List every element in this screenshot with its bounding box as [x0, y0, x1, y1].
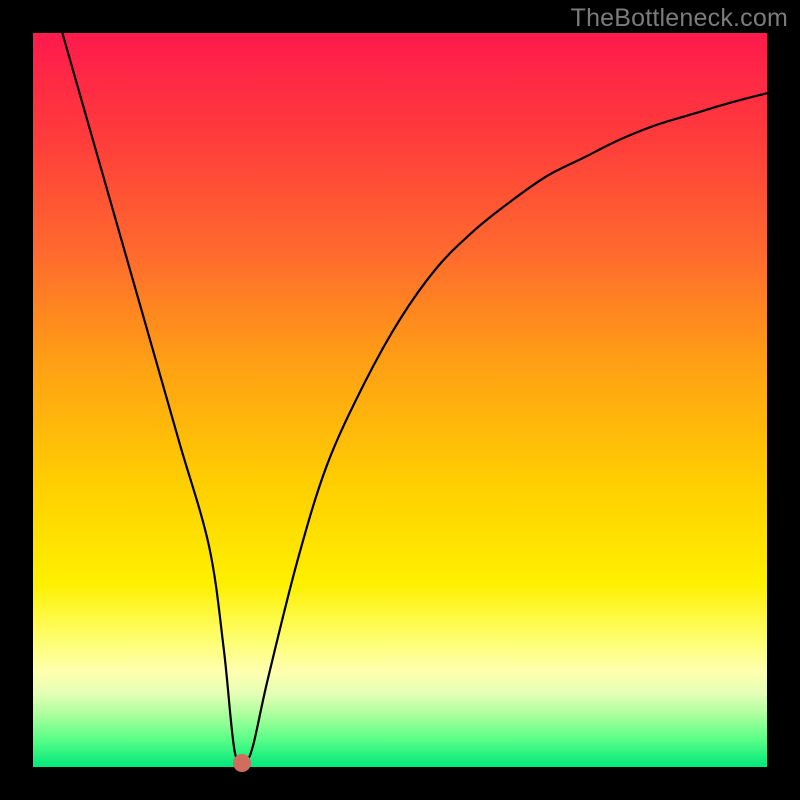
- minimum-marker: [233, 754, 251, 772]
- plot-area: [33, 33, 767, 767]
- bottleneck-curve: [33, 33, 767, 767]
- watermark-label: TheBottleneck.com: [571, 4, 788, 33]
- chart-frame: TheBottleneck.com: [0, 0, 800, 800]
